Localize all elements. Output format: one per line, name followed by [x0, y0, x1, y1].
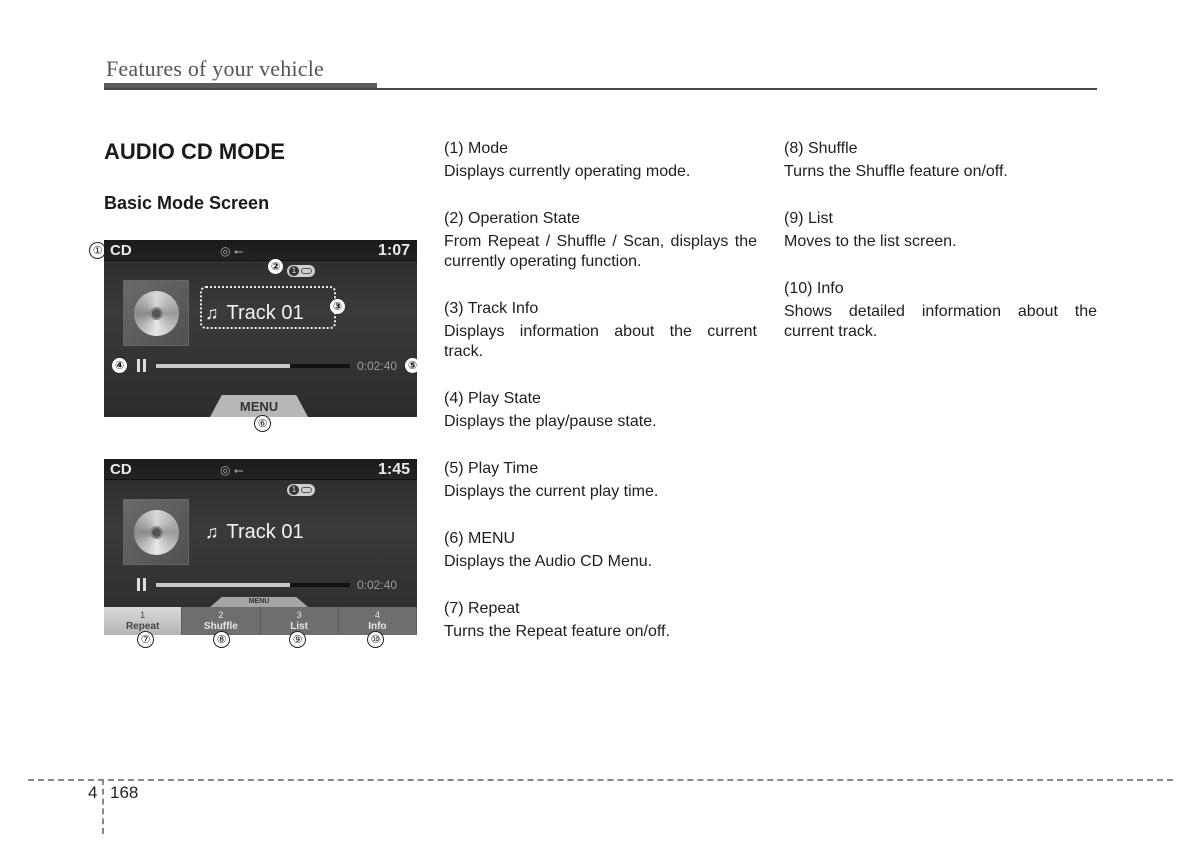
- section-title: AUDIO CD MODE: [104, 139, 285, 164]
- description-entry: (5) Play Time Displays the current play t…: [444, 459, 757, 502]
- track-info: ♫ Track 01: [205, 302, 304, 325]
- entry-desc: Displays the play/pause state.: [444, 413, 657, 430]
- callout-7: ⑦: [137, 631, 154, 648]
- audio-screen-menu: CD ◎ ⭠ 1:45 1 ♫ Track 01 0:02:40 MENU 1 R…: [104, 459, 417, 635]
- repeat-state-indicator: 1: [287, 484, 315, 496]
- menu-button[interactable]: MENU: [210, 395, 308, 417]
- footer-rule: [28, 779, 1173, 781]
- audio-screen-basic: CD ◎ ⭠ 1:07 ② 1 ♫ Track 01 ③ ④ 0:02:40 ⑤ …: [104, 240, 417, 417]
- description-column-1: (1) Mode Displays currently operating mod…: [444, 139, 757, 669]
- entry-desc: Turns the Shuffle feature on/off.: [784, 163, 1008, 180]
- description-entry: (9) List Moves to the list screen.: [784, 209, 1097, 252]
- entry-desc: Displays information about the current t…: [444, 323, 757, 360]
- music-note-icon: ♫: [205, 522, 219, 542]
- description-entry: (6) MENU Displays the Audio CD Menu.: [444, 529, 757, 572]
- entry-term: (9) List: [784, 210, 833, 227]
- entry-term: (4) Play State: [444, 390, 541, 407]
- callout-8: ⑧: [213, 631, 230, 648]
- description-entry: (1) Mode Displays currently operating mod…: [444, 139, 757, 182]
- track-title: Track 01: [226, 302, 304, 324]
- cd-disc-icon: [134, 291, 179, 336]
- progress-bar[interactable]: [156, 583, 350, 587]
- description-entry: (4) Play State Displays the play/pause st…: [444, 389, 757, 432]
- album-art: [123, 499, 189, 565]
- entry-desc: From Repeat / Shuffle / Scan, displays t…: [444, 233, 757, 270]
- chapter-number: 4: [88, 783, 98, 802]
- progress-fill: [156, 583, 290, 587]
- status-bar: CD ◎ ⭠ 1:07: [104, 240, 417, 261]
- repeat-loop-icon: [301, 268, 312, 274]
- cd-usb-source-icon: ◎ ⭠: [220, 244, 244, 258]
- album-art: [123, 280, 189, 346]
- softkey-number: 1: [140, 610, 146, 620]
- clock: 1:45: [377, 461, 410, 478]
- track-title: Track 01: [226, 521, 304, 543]
- softkey-number: 2: [218, 610, 224, 620]
- entry-term: (6) MENU: [444, 530, 516, 547]
- description-entry: (10) Info Shows detailed information abou…: [784, 279, 1097, 342]
- callout-3: ③: [330, 299, 345, 314]
- footer-divider: [102, 779, 104, 834]
- running-header: Features of your vehicle: [106, 56, 325, 81]
- repeat-loop-icon: [301, 487, 312, 493]
- music-note-icon: ♫: [205, 303, 219, 323]
- description-entry: (3) Track Info Displays information about…: [444, 299, 757, 362]
- progress-fill: [156, 364, 290, 368]
- track-info: ♫ Track 01: [205, 521, 304, 544]
- subsection-title: Basic Mode Screen: [104, 193, 270, 213]
- status-bar: CD ◎ ⭠ 1:45: [104, 459, 417, 480]
- softkey-number: 3: [296, 610, 302, 620]
- entry-term: (10) Info: [784, 280, 844, 297]
- softkey-bar: 1 Repeat 2 Shuffle 3 List 4 Info: [104, 607, 417, 635]
- entry-desc: Moves to the list screen.: [784, 233, 957, 250]
- entry-term: (2) Operation State: [444, 210, 581, 227]
- pause-icon[interactable]: [137, 359, 146, 372]
- progress-bar[interactable]: [156, 364, 350, 368]
- entry-desc: Turns the Repeat feature on/off.: [444, 623, 670, 640]
- page-number: 168: [110, 783, 139, 802]
- entry-term: (1) Mode: [444, 140, 509, 157]
- entry-desc: Shows detailed information about the cur…: [784, 303, 1097, 340]
- repeat-one-icon: 1: [289, 266, 299, 276]
- clock: 1:07: [377, 242, 410, 259]
- play-time: 0:02:40: [357, 359, 398, 373]
- entry-term: (3) Track Info: [444, 300, 539, 317]
- entry-term: (5) Play Time: [444, 460, 539, 477]
- callout-10: ⑩: [367, 631, 384, 648]
- description-entry: (2) Operation State From Repeat / Shuffle…: [444, 209, 757, 272]
- entry-desc: Displays the current play time.: [444, 483, 659, 500]
- callout-9: ⑨: [289, 631, 306, 648]
- callout-2: ②: [268, 259, 283, 274]
- mode-label: CD: [110, 242, 132, 259]
- pause-icon[interactable]: [137, 578, 146, 591]
- softkey-number: 4: [374, 610, 380, 620]
- entry-desc: Displays the Audio CD Menu.: [444, 553, 653, 570]
- cd-usb-source-icon: ◎ ⭠: [220, 463, 244, 477]
- callout-6: ⑥: [254, 415, 271, 432]
- repeat-one-icon: 1: [289, 485, 299, 495]
- play-time: 0:02:40: [357, 578, 398, 592]
- entry-term: (7) Repeat: [444, 600, 520, 617]
- menu-button[interactable]: MENU: [210, 597, 308, 607]
- mode-label: CD: [110, 461, 132, 478]
- callout-4: ④: [112, 358, 127, 373]
- description-entry: (7) Repeat Turns the Repeat feature on/of…: [444, 599, 757, 642]
- header-rule-thin: [104, 88, 1097, 90]
- description-column-2: (8) Shuffle Turns the Shuffle feature on/…: [784, 139, 1097, 369]
- entry-desc: Displays currently operating mode.: [444, 163, 691, 180]
- repeat-state-indicator: 1: [287, 265, 315, 277]
- callout-5: ⑤: [405, 358, 417, 373]
- entry-term: (8) Shuffle: [784, 140, 858, 157]
- description-entry: (8) Shuffle Turns the Shuffle feature on/…: [784, 139, 1097, 182]
- cd-disc-icon: [134, 510, 179, 555]
